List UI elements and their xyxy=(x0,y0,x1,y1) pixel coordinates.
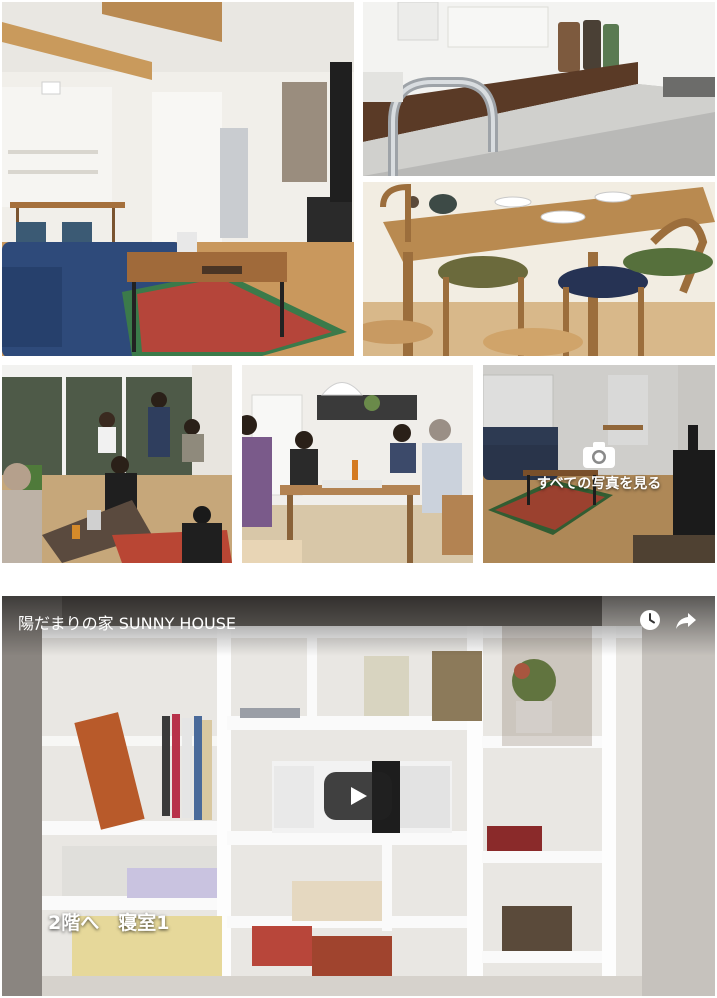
video-player[interactable]: 陽だまりの家 SUNNY HOUSE 2階へ 寝室1 xyxy=(2,596,715,996)
gallery-photo-group-table[interactable] xyxy=(242,365,473,563)
gallery-photo-gathering[interactable] xyxy=(2,365,232,563)
gallery-photo-living-room[interactable] xyxy=(2,2,354,356)
gallery-photo-dining[interactable] xyxy=(363,182,715,356)
photo-gallery: すべての写真を見る xyxy=(0,0,717,565)
camera-icon xyxy=(583,442,615,468)
gallery-photo-see-all[interactable]: すべての写真を見る xyxy=(483,365,715,563)
play-button[interactable] xyxy=(324,772,392,820)
see-all-photos-label: すべての写真を見る xyxy=(536,476,662,492)
share-arrow-icon[interactable] xyxy=(674,608,698,632)
video-caption: 2階へ 寝室1 xyxy=(48,912,170,934)
clock-icon[interactable] xyxy=(638,608,662,632)
play-icon xyxy=(351,787,367,805)
video-title[interactable]: 陽だまりの家 SUNNY HOUSE xyxy=(18,610,236,634)
gallery-photo-kitchen[interactable] xyxy=(363,2,715,176)
see-all-photos-overlay[interactable]: すべての写真を見る xyxy=(483,365,715,563)
